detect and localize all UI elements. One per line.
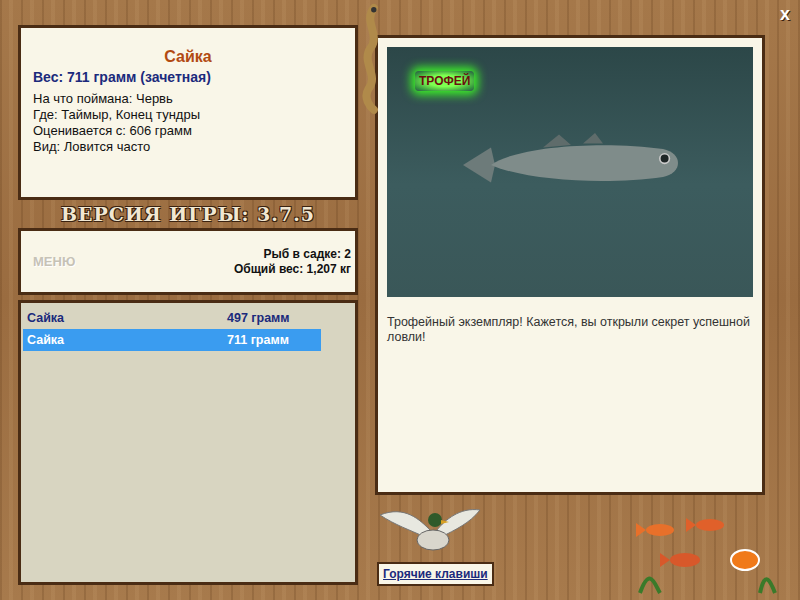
fish-name: Сайка [33,48,343,66]
menu-button[interactable]: МЕНЮ [33,254,75,269]
fish-detail: На что поймана: Червь [33,91,343,107]
catch-row[interactable]: Сайка497 грамм [23,307,321,329]
fish-detail: Оценивается с: 606 грамм [33,123,343,139]
left-column: Сайка Вес: 711 грамм (зачетная) На что пой… [18,0,358,585]
fish-detail: Вид: Ловится часто [33,139,343,155]
fish-count: Рыб в садке: 2 [234,247,351,262]
fish-weight: Вес: 711 грамм (зачетная) [33,69,343,85]
close-button[interactable]: x [780,4,790,25]
fishes-icon [630,505,780,595]
right-column: ТРОФЕЙ Трофейный экземпляр! Кажется, вы о… [375,0,765,600]
catch-list: Сайка497 граммСайка711 грамм [18,300,358,585]
catch-description: Трофейный экземпляр! Кажется, вы открыли… [387,315,753,345]
catch-row[interactable]: Сайка711 грамм [23,329,321,351]
keepnet-panel: МЕНЮ Рыб в садке: 2Общий вес: 1,207 кг [18,228,358,295]
bottom-bar: Горячие клавиши [375,495,765,600]
hotkeys-button[interactable]: Горячие клавиши [377,562,494,586]
duck-icon [375,495,485,555]
eel-icon [354,0,390,115]
total-weight: Общий вес: 1,207 кг [234,262,351,277]
trophy-badge: ТРОФЕЙ [415,71,474,91]
fish-icon [447,117,687,197]
fish-photo: ТРОФЕЙ [387,47,753,297]
game-version: ВЕРСИЯ ИГРЫ: 3.7.5 [18,200,358,228]
photo-panel: ТРОФЕЙ Трофейный экземпляр! Кажется, вы о… [375,35,765,495]
fish-detail: Где: Таймыр, Конец тундры [33,107,343,123]
fish-info-panel: Сайка Вес: 711 грамм (зачетная) На что пой… [18,25,358,200]
fishing-screen: Сайка Вес: 711 грамм (зачетная) На что пой… [0,0,800,600]
keepnet-summary: Рыб в садке: 2Общий вес: 1,207 кг [234,247,351,277]
